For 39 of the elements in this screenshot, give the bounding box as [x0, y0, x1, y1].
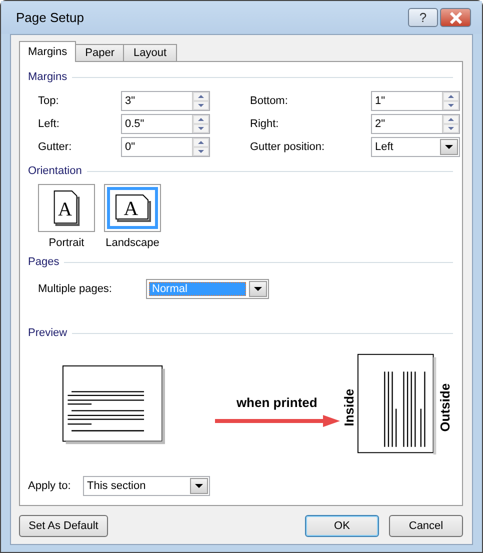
close-button[interactable]	[440, 8, 471, 27]
tab[interactable]: Paper	[75, 44, 124, 61]
landscape-option[interactable]: A	[104, 184, 161, 232]
arrow-icon	[212, 414, 341, 428]
field-label: Right:	[250, 118, 280, 130]
inside-label: Inside	[341, 388, 356, 426]
option-label: Portrait	[48, 237, 84, 249]
spin-field[interactable]: 1"	[371, 91, 460, 111]
field-label: Multiple pages:	[38, 283, 113, 295]
close-icon	[448, 12, 462, 24]
spin-field[interactable]: 3"	[121, 91, 210, 111]
spin-field[interactable]: 0.5"	[121, 114, 210, 134]
annotation-text: when printed	[236, 394, 318, 410]
field-label: Gutter position:	[250, 141, 326, 153]
landscape-page-icon: A	[114, 194, 150, 222]
outside-label: Outside	[438, 382, 452, 432]
help-button[interactable]: ?	[408, 8, 438, 27]
tab[interactable]: Layout	[123, 44, 177, 61]
dialog-button[interactable]: Set As Default	[19, 515, 108, 537]
spin-field[interactable]: 0"	[121, 137, 210, 157]
group-heading: Pages	[28, 256, 60, 268]
dialog-button[interactable]: OK	[305, 515, 379, 537]
field-label: Gutter:	[38, 141, 73, 153]
option-label: Landscape	[106, 237, 160, 249]
window-title: Page Setup	[16, 10, 84, 25]
spin-field[interactable]: 2"	[371, 114, 460, 134]
group-heading: Orientation	[28, 165, 82, 177]
field-label: Bottom:	[250, 95, 289, 107]
portrait-page-icon: A	[53, 190, 80, 226]
field-label: Left:	[38, 118, 60, 130]
portrait-option[interactable]: A	[38, 184, 95, 232]
dialog-button[interactable]: Cancel	[389, 515, 463, 537]
dropdown[interactable]: Left	[371, 137, 460, 157]
dropdown[interactable]: This section	[83, 476, 210, 496]
field-label: Apply to:	[28, 480, 72, 492]
tab[interactable]: Margins	[19, 41, 76, 62]
group-heading: Preview	[28, 327, 68, 339]
field-label: Top:	[38, 95, 60, 107]
group-heading: Margins	[28, 71, 68, 83]
